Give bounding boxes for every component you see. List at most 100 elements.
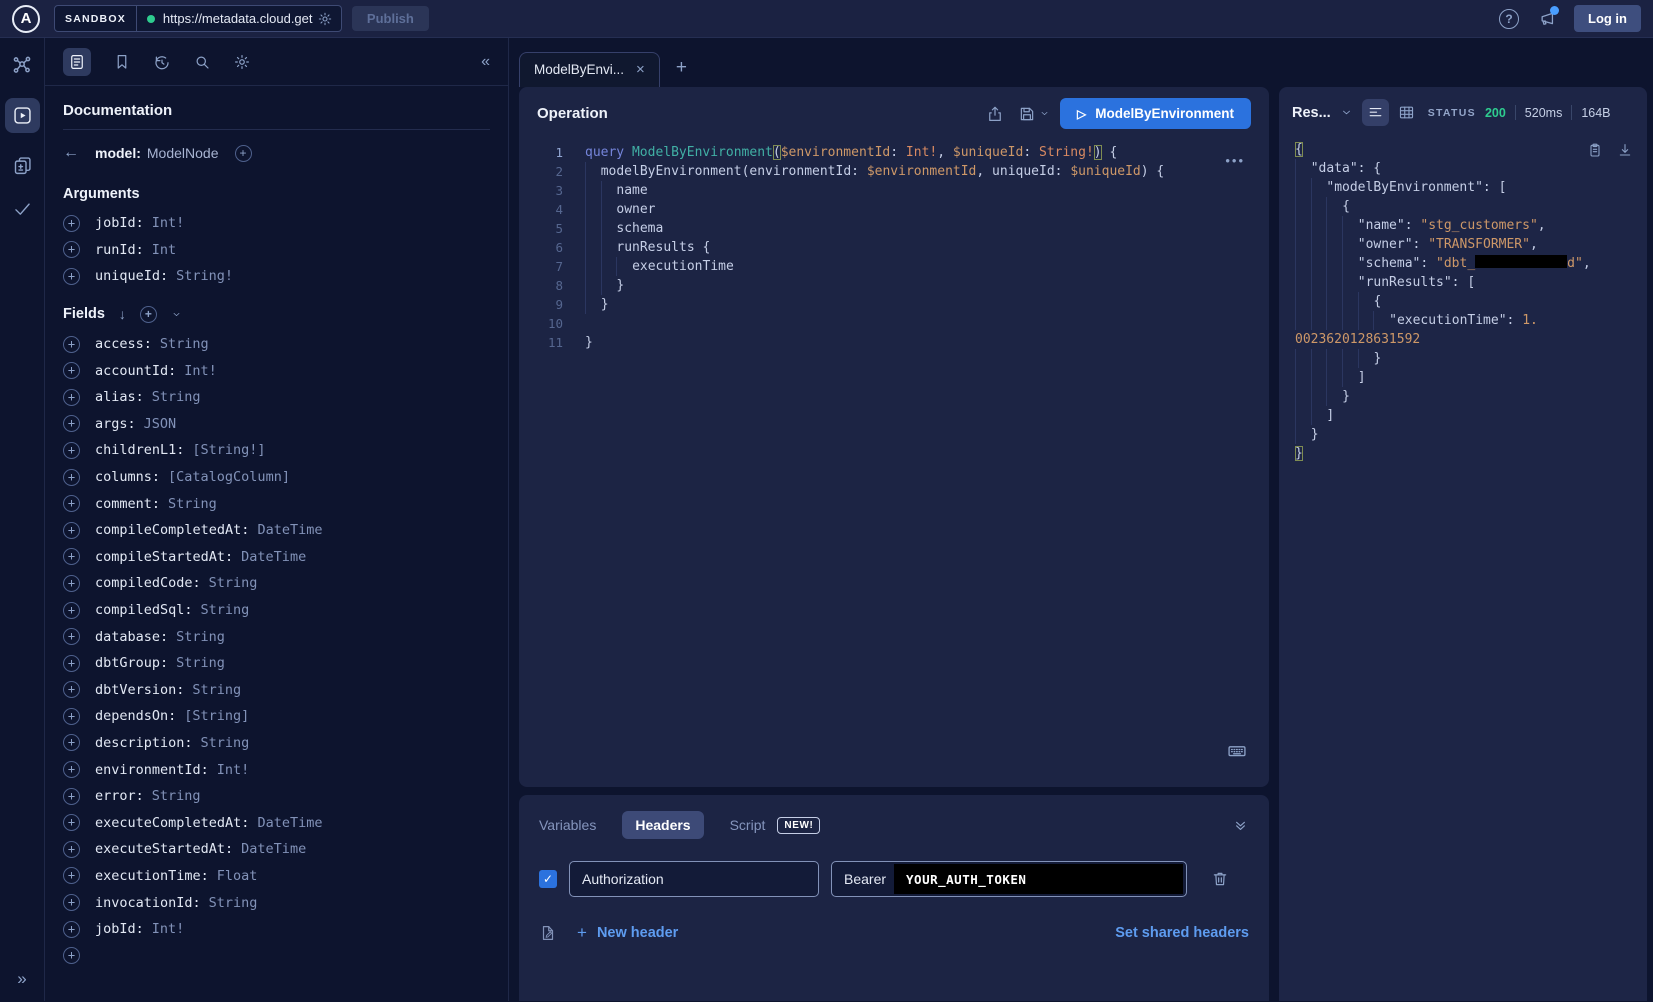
response-chevron-down-icon[interactable] [1340, 106, 1353, 119]
copy-response-icon[interactable] [1587, 142, 1603, 158]
add-to-query-icon[interactable]: + [63, 522, 80, 539]
sort-fields-icon[interactable]: ↓ [119, 306, 126, 322]
doc-field-row[interactable]: +error:String [63, 783, 490, 810]
publish-button[interactable]: Publish [352, 6, 429, 31]
download-response-icon[interactable] [1617, 142, 1633, 158]
login-button[interactable]: Log in [1574, 5, 1641, 32]
field-type[interactable]: JSON [144, 416, 177, 432]
field-type[interactable]: [CatalogColumn] [168, 469, 290, 485]
doc-field-row[interactable]: +args:JSON [63, 411, 490, 438]
editor-line[interactable]: 3name [519, 181, 1269, 200]
header-value-input[interactable]: Bearer YOUR_AUTH_TOKEN [831, 861, 1187, 897]
doc-field-row[interactable]: +dependsOn:[String] [63, 703, 490, 730]
add-to-query-icon[interactable]: + [63, 788, 80, 805]
header-key-input[interactable] [569, 861, 819, 897]
editor-line[interactable]: 4owner [519, 200, 1269, 219]
field-type[interactable]: String [152, 389, 201, 405]
endpoint-url-input[interactable] [163, 11, 315, 26]
tab-variables[interactable]: Variables [539, 817, 596, 833]
announcements-icon[interactable] [1537, 9, 1556, 28]
doc-field-row[interactable]: +compiledCode:String [63, 570, 490, 597]
field-type[interactable]: String [192, 682, 241, 698]
search-icon[interactable] [193, 53, 211, 71]
add-to-query-icon[interactable]: + [63, 761, 80, 778]
doc-field-row[interactable]: +compileStartedAt:DateTime [63, 544, 490, 571]
doc-field-row[interactable]: +executeStartedAt:DateTime [63, 836, 490, 863]
tab-script[interactable]: Script [730, 817, 766, 833]
add-to-query-icon[interactable]: + [63, 389, 80, 406]
doc-field-row[interactable]: +executeCompletedAt:DateTime [63, 809, 490, 836]
help-icon[interactable]: ? [1499, 9, 1519, 29]
editor-line[interactable]: 5schema [519, 219, 1269, 238]
doc-field-row[interactable]: +columns:[CatalogColumn] [63, 464, 490, 491]
new-tab-icon[interactable]: + [676, 58, 687, 77]
doc-field-row[interactable]: +compileCompletedAt:DateTime [63, 517, 490, 544]
add-to-query-icon[interactable]: + [63, 655, 80, 672]
doc-field-row[interactable]: +runId:Int [63, 237, 490, 264]
add-to-query-icon[interactable]: + [63, 681, 80, 698]
back-arrow-icon[interactable]: ← [63, 144, 79, 162]
doc-field-row[interactable]: +environmentId:Int! [63, 756, 490, 783]
field-type[interactable]: DateTime [257, 522, 322, 538]
editor-line[interactable]: 1query ModelByEnvironment($environmentId… [519, 143, 1269, 162]
graphql-editor[interactable]: 1query ModelByEnvironment($environmentId… [519, 137, 1269, 787]
doc-field-row[interactable]: +compiledSql:String [63, 597, 490, 624]
rail-item-checks-icon[interactable] [12, 198, 33, 219]
add-to-query-icon[interactable]: + [63, 867, 80, 884]
add-to-query-icon[interactable]: + [63, 495, 80, 512]
rail-item-collections-icon[interactable] [12, 155, 33, 176]
field-type[interactable]: [String] [184, 708, 249, 724]
field-type[interactable]: [String!] [192, 442, 265, 458]
add-to-query-icon[interactable]: + [63, 241, 80, 258]
field-type[interactable]: String [201, 735, 250, 751]
add-to-query-icon[interactable]: + [63, 947, 80, 964]
fields-chevron-down-icon[interactable] [171, 309, 182, 320]
close-tab-icon[interactable]: × [636, 62, 645, 77]
doc-field-row[interactable]: + [63, 942, 490, 969]
field-type[interactable]: String [160, 336, 209, 352]
rail-item-explorer-icon[interactable] [5, 98, 40, 133]
set-shared-headers-link[interactable]: Set shared headers [1115, 925, 1249, 941]
add-to-query-icon[interactable]: + [63, 442, 80, 459]
doc-field-row[interactable]: +executionTime:Float [63, 863, 490, 890]
add-to-query-icon[interactable]: + [235, 145, 252, 162]
keyboard-shortcuts-icon[interactable] [1227, 741, 1247, 761]
endpoint-settings-gear-icon[interactable] [317, 11, 333, 27]
field-type[interactable]: DateTime [241, 549, 306, 565]
add-to-query-icon[interactable]: + [63, 336, 80, 353]
doc-field-row[interactable]: +alias:String [63, 384, 490, 411]
add-to-query-icon[interactable]: + [63, 268, 80, 285]
field-type[interactable]: String [209, 895, 258, 911]
add-to-query-icon[interactable]: + [63, 548, 80, 565]
rail-item-graph-icon[interactable] [11, 54, 33, 76]
add-to-query-icon[interactable]: + [63, 894, 80, 911]
add-all-fields-icon[interactable]: + [140, 306, 157, 323]
header-enabled-checkbox[interactable]: ✓ [539, 870, 557, 888]
field-type[interactable]: String [209, 575, 258, 591]
field-type[interactable]: String [176, 629, 225, 645]
documentation-tab-icon[interactable] [63, 48, 91, 76]
field-type[interactable]: Float [217, 868, 258, 884]
field-type[interactable]: Int! [184, 363, 217, 379]
bookmarks-icon[interactable] [113, 53, 131, 71]
operation-tab[interactable]: ModelByEnvi... × [519, 52, 660, 87]
history-icon[interactable] [153, 53, 171, 71]
doc-field-row[interactable]: +jobId:Int! [63, 210, 490, 237]
field-type[interactable]: DateTime [241, 841, 306, 857]
doc-field-row[interactable]: +description:String [63, 730, 490, 757]
delete-header-icon[interactable] [1211, 870, 1229, 888]
editor-line[interactable]: 8} [519, 276, 1269, 295]
editor-line[interactable]: 2modelByEnvironment(environmentId: $envi… [519, 162, 1269, 181]
doc-field-row[interactable]: +dbtVersion:String [63, 677, 490, 704]
add-to-query-icon[interactable]: + [63, 708, 80, 725]
field-type[interactable]: String [201, 602, 250, 618]
editor-line[interactable]: 9} [519, 295, 1269, 314]
add-to-query-icon[interactable]: + [63, 215, 80, 232]
save-operation-button[interactable] [1018, 105, 1050, 123]
field-type[interactable]: String! [176, 268, 233, 284]
editor-line[interactable]: 11} [519, 333, 1269, 352]
run-operation-button[interactable]: ▷ ModelByEnvironment [1060, 98, 1251, 129]
field-type[interactable]: DateTime [257, 815, 322, 831]
editor-line[interactable]: 6runResults { [519, 238, 1269, 257]
add-to-query-icon[interactable]: + [63, 575, 80, 592]
